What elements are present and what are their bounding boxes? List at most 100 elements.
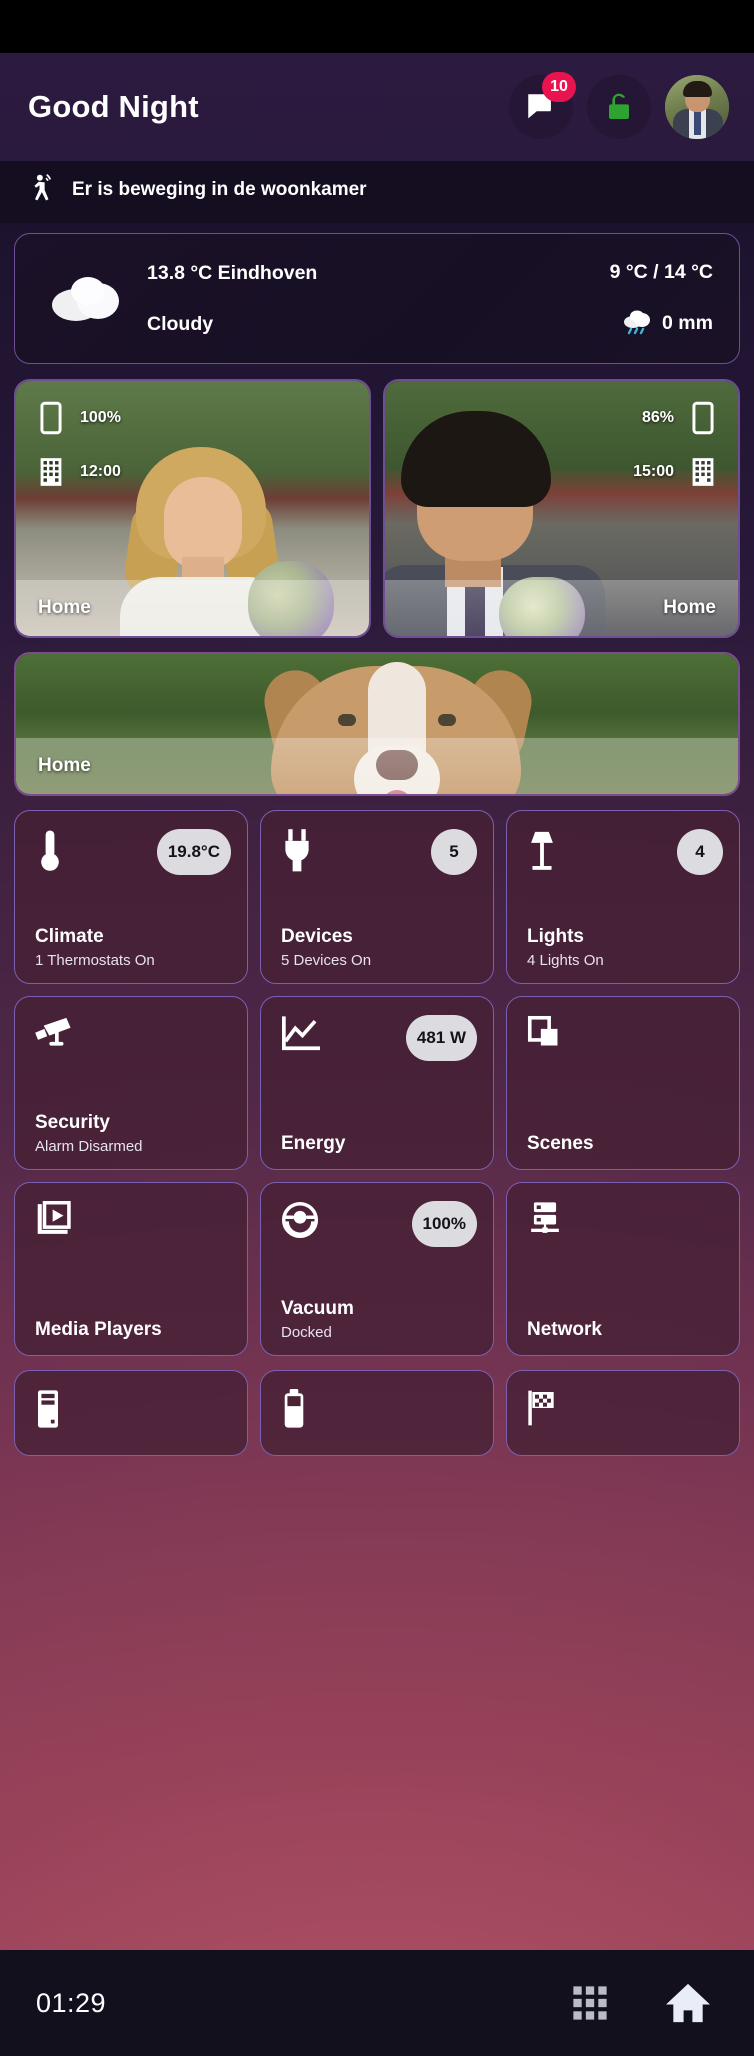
time-value: 12:00 xyxy=(80,463,121,480)
tile-title: Network xyxy=(527,1319,602,1340)
person-stats: 100% 12:00 xyxy=(16,401,369,509)
tile-vacuum[interactable]: 100% Vacuum Docked xyxy=(260,1182,494,1356)
time-value: 15:00 xyxy=(633,463,674,480)
motion-sensor-icon xyxy=(28,173,58,207)
tile-media-players[interactable]: Media Players xyxy=(14,1182,248,1356)
tile-title: Scenes xyxy=(527,1133,594,1154)
nav-clock: 01:29 xyxy=(36,1987,107,2018)
apps-grid-icon[interactable] xyxy=(572,1985,608,2021)
lock-open-icon xyxy=(603,91,635,123)
header-actions: 10 xyxy=(509,72,729,139)
scenes-layers-icon xyxy=(527,1015,563,1051)
tile-text: Network xyxy=(527,1319,723,1341)
app-root: Good Night 10 Er is beweging in de woonk… xyxy=(0,0,754,2056)
nav-icons xyxy=(572,1982,710,2024)
tile-battery[interactable] xyxy=(260,1370,494,1456)
tile-pill: 19.8°C xyxy=(156,829,231,875)
tile-subtitle: 5 Devices On xyxy=(281,952,372,969)
tile-subtitle: Alarm Disarmed xyxy=(35,1138,143,1155)
greeting-title: Good Night xyxy=(28,89,199,124)
cctv-camera-icon xyxy=(35,1015,75,1049)
floor-lamp-icon xyxy=(527,829,557,873)
phone-icon xyxy=(38,401,64,435)
server-tower-icon xyxy=(35,1389,61,1429)
tile-pill: 4 xyxy=(677,829,723,875)
tile-title: Vacuum xyxy=(281,1298,354,1319)
tile-title: Lights xyxy=(527,926,584,947)
person-card[interactable]: 86% 15:00 Home xyxy=(383,379,740,638)
tile-devices[interactable]: 5 Devices 5 Devices On xyxy=(260,810,494,984)
tile-title: Media Players xyxy=(35,1319,162,1340)
checkered-flag-icon xyxy=(527,1389,559,1427)
cloudy-icon xyxy=(37,273,141,325)
tile-flag[interactable] xyxy=(506,1370,740,1456)
home-icon[interactable] xyxy=(666,1982,710,2024)
tile-text: Climate 1 Thermostats On xyxy=(35,926,231,969)
status-bar xyxy=(0,0,754,53)
battery-row: 86% xyxy=(407,401,716,435)
tile-server[interactable] xyxy=(14,1370,248,1456)
avatar[interactable] xyxy=(665,75,729,139)
tile-pill: 100% xyxy=(411,1201,477,1247)
tile-pill: 481 W xyxy=(405,1015,477,1061)
app-header: Good Night 10 xyxy=(0,53,754,161)
tile-pill: 5 xyxy=(431,829,477,875)
precipitation-value: 0 mm xyxy=(662,311,713,334)
tile-text: Energy xyxy=(281,1133,477,1155)
bottom-navigation: 01:29 xyxy=(0,1950,754,2056)
pet-name: Home xyxy=(38,755,91,776)
pet-card[interactable]: Home xyxy=(14,652,740,796)
tile-energy[interactable]: 481 W Energy xyxy=(260,996,494,1170)
tile-text: Vacuum Docked xyxy=(281,1298,477,1341)
tile-title: Security xyxy=(35,1112,110,1133)
battery-icon xyxy=(281,1389,307,1429)
people-row: 100% 12:00 Home 86% 15:00 Home xyxy=(14,379,740,638)
person-name-strip: Home xyxy=(16,580,369,636)
weather-condition: Cloudy xyxy=(147,312,214,335)
tile-scenes[interactable]: Scenes xyxy=(506,996,740,1170)
building-icon xyxy=(690,457,716,487)
tile-text: Lights 4 Lights On xyxy=(527,926,723,969)
building-icon xyxy=(38,457,64,487)
tile-subtitle: 1 Thermostats On xyxy=(35,952,155,969)
robot-vacuum-icon xyxy=(281,1201,319,1239)
weather-card[interactable]: 13.8 °C Eindhoven Cloudy 9 °C / 14 °C 0 … xyxy=(14,233,740,364)
power-plug-icon xyxy=(281,829,313,873)
notification-badge: 10 xyxy=(542,72,576,102)
tile-climate[interactable]: 19.8°C Climate 1 Thermostats On xyxy=(14,810,248,984)
tile-network[interactable]: Network xyxy=(506,1182,740,1356)
location-row: 15:00 xyxy=(407,457,716,487)
person-card[interactable]: 100% 12:00 Home xyxy=(14,379,371,638)
weather-secondary: 9 °C / 14 °C 0 mm xyxy=(610,261,713,336)
lock-button[interactable] xyxy=(587,75,651,139)
pet-name-strip: Home xyxy=(16,738,738,794)
tile-lights[interactable]: 4 Lights 4 Lights On xyxy=(506,810,740,984)
tile-subtitle: Docked xyxy=(281,1324,332,1341)
weather-range: 9 °C / 14 °C xyxy=(609,261,713,283)
weather-precipitation: 0 mm xyxy=(610,310,713,336)
server-network-icon xyxy=(527,1201,563,1237)
tile-title: Energy xyxy=(281,1133,346,1154)
phone-icon xyxy=(690,401,716,435)
notifications-button[interactable]: 10 xyxy=(509,72,576,139)
tile-security[interactable]: Security Alarm Disarmed xyxy=(14,996,248,1170)
weather-temp-location: 13.8 °C Eindhoven xyxy=(147,261,318,284)
media-player-icon xyxy=(35,1201,73,1237)
tile-title: Devices xyxy=(281,926,353,947)
tile-title: Climate xyxy=(35,926,104,947)
line-chart-icon xyxy=(281,1015,321,1053)
tile-text: Scenes xyxy=(527,1133,723,1155)
tile-text: Devices 5 Devices On xyxy=(281,926,477,969)
person-name: Home xyxy=(663,597,716,618)
location-row: 12:00 xyxy=(38,457,347,487)
tile-grid-partial xyxy=(14,1370,740,1456)
thermometer-icon xyxy=(35,829,65,873)
person-name-strip: Home xyxy=(385,580,738,636)
battery-row: 100% xyxy=(38,401,347,435)
battery-value: 86% xyxy=(641,409,674,426)
person-name: Home xyxy=(38,597,91,618)
rain-cloud-icon xyxy=(623,310,653,336)
tile-text: Media Players xyxy=(35,1319,231,1341)
battery-value: 100% xyxy=(80,409,121,426)
motion-notice-text: Er is beweging in de woonkamer xyxy=(72,179,367,200)
